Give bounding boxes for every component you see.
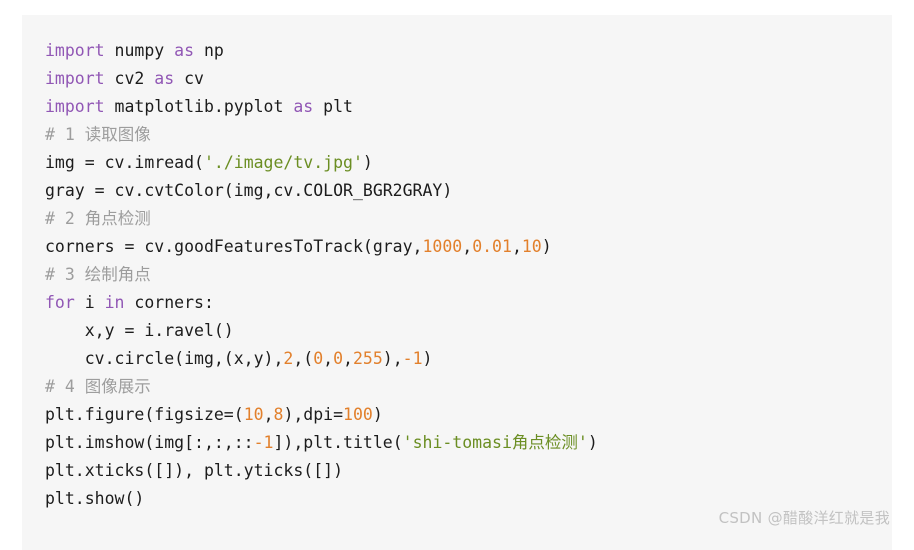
code-token-kw: import xyxy=(45,97,105,116)
code-line: plt.figure(figsize=(10,8),dpi=100) xyxy=(22,401,892,429)
code-token-kw: in xyxy=(104,293,125,312)
code-line: # 2 角点检测 xyxy=(22,205,892,233)
code-token-plain: ) xyxy=(587,433,598,452)
code-token-plain: , xyxy=(323,349,334,368)
code-token-plain: , xyxy=(343,349,353,368)
code-line: for i in corners: xyxy=(22,289,892,317)
code-token-plain: plt.xticks([]), plt.yticks([]) xyxy=(45,461,344,480)
code-token-plain: x,y = i.ravel() xyxy=(45,321,234,340)
code-line: plt.xticks([]), plt.yticks([]) xyxy=(22,457,892,485)
code-token-plain: ) xyxy=(422,349,433,368)
code-token-plain: ), xyxy=(382,349,403,368)
code-line: img = cv.imread('./image/tv.jpg') xyxy=(22,149,892,177)
code-token-num: -1 xyxy=(253,433,274,452)
code-token-plain: plt xyxy=(313,97,353,116)
code-token-num: 100 xyxy=(343,405,373,424)
code-line: import matplotlib.pyplot as plt xyxy=(22,93,892,121)
code-line: x,y = i.ravel() xyxy=(22,317,892,345)
code-token-plain: numpy xyxy=(104,41,175,60)
code-token-plain: , xyxy=(511,237,522,256)
code-token-kw: import xyxy=(45,41,105,60)
code-token-num: 10 xyxy=(521,237,542,256)
code-token-com: # 4 图像展示 xyxy=(45,377,151,396)
code-token-kw: as xyxy=(293,97,314,116)
code-token-kw: as xyxy=(174,41,195,60)
code-token-num: 1000 xyxy=(422,237,463,256)
code-token-kw: as xyxy=(154,69,175,88)
code-token-plain: ),dpi= xyxy=(283,405,344,424)
code-token-num: 0 xyxy=(333,349,344,368)
code-token-com: # 2 角点检测 xyxy=(45,209,151,228)
code-token-plain: corners = cv.goodFeaturesToTrack(gray, xyxy=(45,237,423,256)
code-token-kw: import xyxy=(45,69,105,88)
code-token-plain: ]),plt.title( xyxy=(273,433,403,452)
code-line: # 3 绘制角点 xyxy=(22,261,892,289)
csdn-watermark: CSDN @醋酸洋红就是我 xyxy=(718,509,890,527)
code-token-num: 10 xyxy=(243,405,264,424)
code-line: import numpy as np xyxy=(22,37,892,65)
code-token-plain: plt.figure(figsize=( xyxy=(45,405,244,424)
code-token-plain: np xyxy=(194,41,224,60)
code-token-num: 2 xyxy=(283,349,294,368)
code-token-num: 0.01 xyxy=(472,237,512,256)
code-token-plain: ) xyxy=(362,153,373,172)
code-token-plain: plt.imshow(img[:,:,:: xyxy=(45,433,254,452)
code-line: import cv2 as cv xyxy=(22,65,892,93)
code-token-num: 255 xyxy=(352,349,383,368)
code-token-plain: ) xyxy=(541,237,552,256)
code-token-plain: cv2 xyxy=(104,69,155,88)
code-token-plain: gray = cv.cvtColor(img,cv.COLOR_BGR2GRAY… xyxy=(45,181,453,200)
code-token-str: './image/tv.jpg' xyxy=(203,153,363,172)
code-line: gray = cv.cvtColor(img,cv.COLOR_BGR2GRAY… xyxy=(22,177,892,205)
code-line: # 4 图像展示 xyxy=(22,373,892,401)
code-token-num: 0 xyxy=(313,349,324,368)
code-token-num: 8 xyxy=(273,405,284,424)
code-token-kw: for xyxy=(45,293,75,312)
code-line: cv.circle(img,(x,y),2,(0,0,255),-1) xyxy=(22,345,892,373)
code-token-plain: img = cv.imread( xyxy=(45,153,204,172)
code-token-plain: matplotlib.pyplot xyxy=(104,97,294,116)
code-line: # 1 读取图像 xyxy=(22,121,892,149)
code-token-plain: , xyxy=(462,237,473,256)
code-line: plt.imshow(img[:,:,::-1]),plt.title('shi… xyxy=(22,429,892,457)
code-token-plain: i xyxy=(74,293,105,312)
code-lines-container: import numpy as np import cv2 as cv import… xyxy=(22,37,892,513)
code-token-plain: cv xyxy=(174,69,204,88)
code-token-plain: cv.circle(img,(x,y), xyxy=(45,349,284,368)
code-token-str: 'shi-tomasi角点检测' xyxy=(402,433,588,452)
code-line: corners = cv.goodFeaturesToTrack(gray,10… xyxy=(22,233,892,261)
code-token-plain: corners: xyxy=(124,293,214,312)
code-token-plain: ,( xyxy=(293,349,314,368)
code-token-com: # 1 读取图像 xyxy=(45,125,151,144)
code-block-panel: import numpy as np import cv2 as cv import… xyxy=(22,15,892,550)
code-token-plain: , xyxy=(263,405,274,424)
code-token-com: # 3 绘制角点 xyxy=(45,265,151,284)
code-token-plain: plt.show() xyxy=(45,489,145,508)
code-token-num: -1 xyxy=(402,349,423,368)
screenshot-root: import numpy as np import cv2 as cv import… xyxy=(0,0,914,550)
code-token-plain: ) xyxy=(372,405,383,424)
